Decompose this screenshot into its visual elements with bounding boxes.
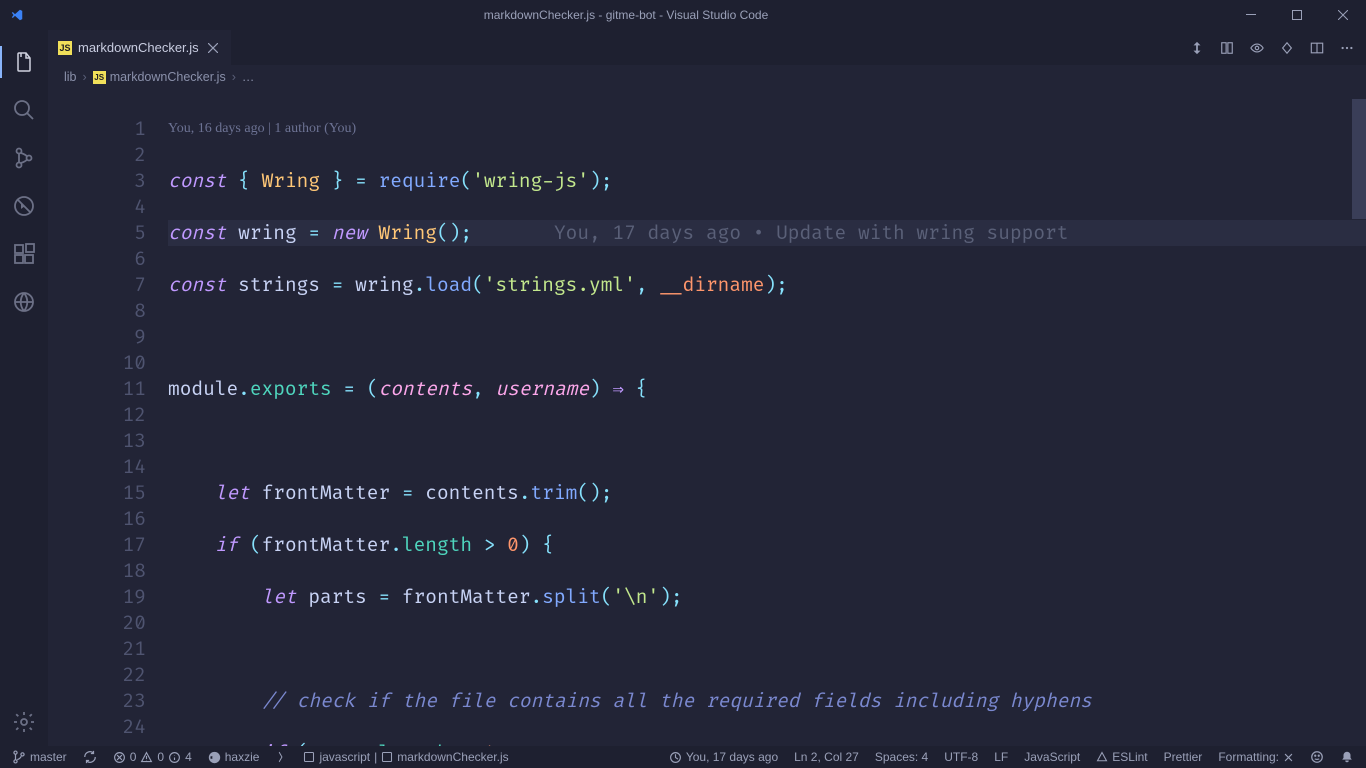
tab-markdownchecker[interactable]: JS markdownChecker.js xyxy=(48,30,232,65)
breadcrumb[interactable]: lib › JS markdownChecker.js › … xyxy=(48,65,1366,89)
tab-label: markdownChecker.js xyxy=(78,40,199,55)
minimize-button[interactable] xyxy=(1228,0,1274,30)
explorer-icon[interactable] xyxy=(0,38,48,86)
js-file-icon: JS xyxy=(93,71,106,84)
tab-close-icon[interactable] xyxy=(205,40,221,56)
source-control-icon[interactable] xyxy=(0,134,48,182)
feedback-icon[interactable] xyxy=(1306,746,1328,768)
maximize-button[interactable] xyxy=(1274,0,1320,30)
language-mode[interactable]: JavaScript xyxy=(1020,746,1084,768)
search-icon[interactable] xyxy=(0,86,48,134)
problems-status[interactable]: 0 0 4 xyxy=(109,746,196,768)
editor-scrollbar[interactable] xyxy=(1352,89,1366,746)
gitlens-compare-icon[interactable] xyxy=(1190,41,1204,55)
gitlens-diamond-icon[interactable] xyxy=(1280,41,1294,55)
git-branch[interactable]: master xyxy=(8,746,71,768)
encoding[interactable]: UTF-8 xyxy=(940,746,982,768)
vscode-icon xyxy=(10,8,24,22)
debug-launch[interactable] xyxy=(271,746,291,768)
notifications-icon[interactable] xyxy=(1336,746,1358,768)
eol[interactable]: LF xyxy=(990,746,1012,768)
inline-blame: You, 17 days ago • Update with wring sup… xyxy=(554,221,1068,245)
line-gutter: 123456789101112131415161718192021222324 xyxy=(48,89,168,746)
settings-gear-icon[interactable] xyxy=(0,698,48,746)
cursor-position[interactable]: Ln 2, Col 27 xyxy=(790,746,863,768)
split-editor-icon[interactable] xyxy=(1310,41,1324,55)
codelens[interactable]: You, 16 days ago | 1 author (You) xyxy=(168,116,1366,142)
live-share-icon[interactable] xyxy=(0,278,48,326)
gitlens-blame-status[interactable]: You, 17 days ago xyxy=(665,746,782,768)
live-share-status[interactable]: haxzie xyxy=(204,746,264,768)
code-editor[interactable]: 123456789101112131415161718192021222324 … xyxy=(48,89,1366,746)
prettier-status[interactable]: Prettier xyxy=(1160,746,1207,768)
debug-icon[interactable] xyxy=(0,182,48,230)
gitlens-toggle-icon[interactable] xyxy=(1220,41,1234,55)
more-actions-icon[interactable] xyxy=(1340,41,1354,55)
gitlens-eye-icon[interactable] xyxy=(1250,41,1264,55)
js-file-icon: JS xyxy=(58,41,72,55)
eslint-status[interactable]: ESLint xyxy=(1092,746,1151,768)
formatting-status[interactable]: Formatting: xyxy=(1214,746,1298,768)
debug-config[interactable]: javascript | markdownChecker.js xyxy=(299,746,512,768)
extensions-icon[interactable] xyxy=(0,230,48,278)
sync-button[interactable] xyxy=(79,746,101,768)
indentation[interactable]: Spaces: 4 xyxy=(871,746,932,768)
window-title: markdownChecker.js - gitme-bot - Visual … xyxy=(484,8,769,22)
close-button[interactable] xyxy=(1320,0,1366,30)
